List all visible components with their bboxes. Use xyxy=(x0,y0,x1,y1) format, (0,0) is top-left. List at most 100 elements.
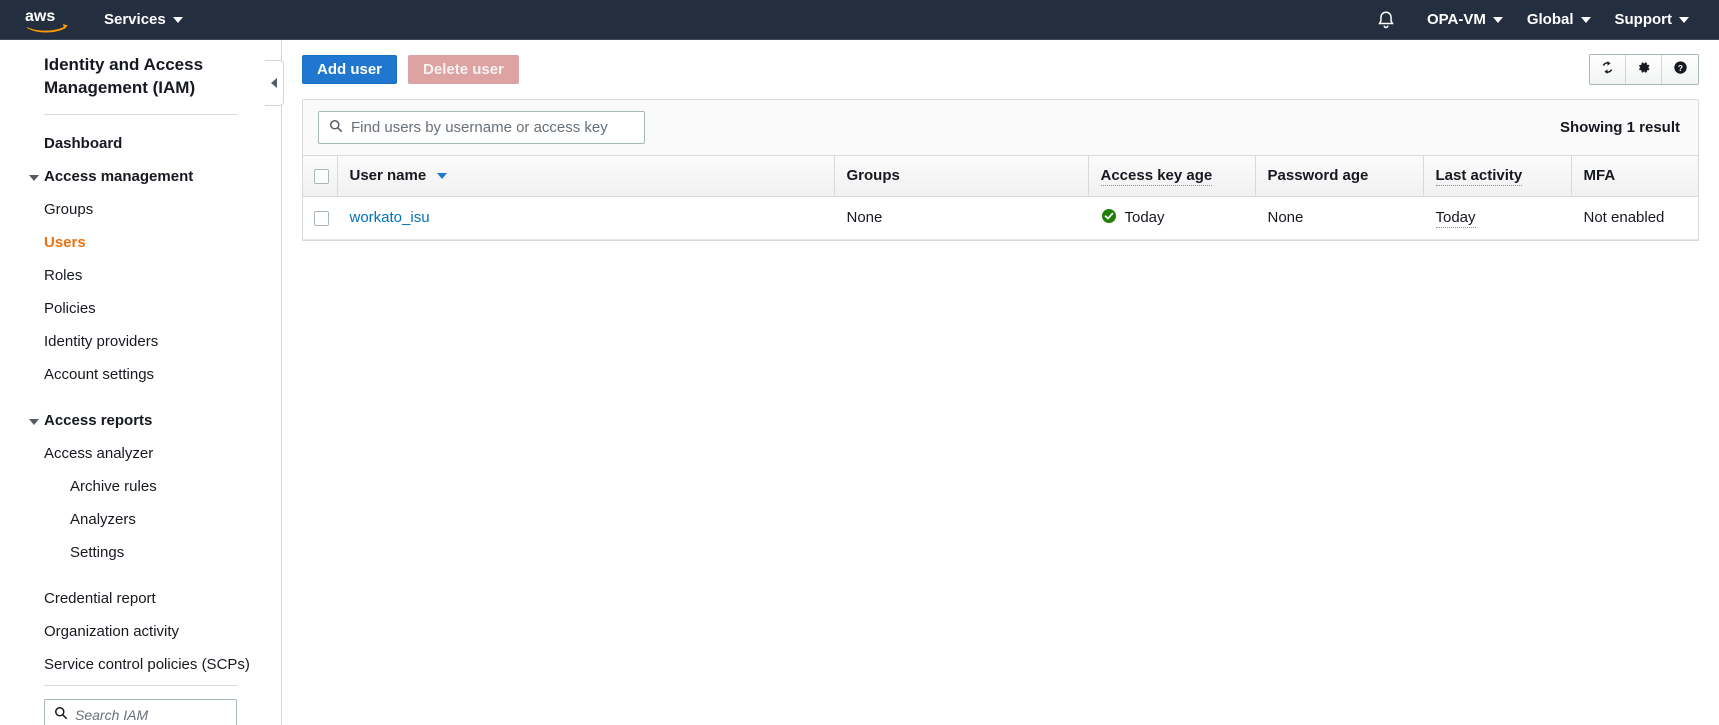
user-search-input[interactable] xyxy=(351,119,634,136)
users-toolbar: Add user Delete user xyxy=(283,40,1719,99)
column-last-activity-label: Last activity xyxy=(1436,167,1523,186)
sidebar-item-service-control-policies[interactable]: Service control policies (SCPs) xyxy=(0,648,281,681)
sidebar-item-groups[interactable]: Groups xyxy=(0,193,281,226)
column-password-age-label: Password age xyxy=(1268,167,1369,184)
chevron-down-icon xyxy=(1679,17,1689,23)
check-circle-icon xyxy=(1101,208,1125,228)
column-last-activity[interactable]: Last activity xyxy=(1423,156,1571,196)
nav-support-label: Support xyxy=(1615,0,1673,40)
sidebar-item-organization-activity-label: Organization activity xyxy=(44,623,179,640)
nav-account-menu[interactable]: OPA-VM xyxy=(1415,0,1515,40)
sidebar-group-access-management-label: Access management xyxy=(44,168,193,185)
table-header-row: User name Groups Access key age Password… xyxy=(303,156,1698,196)
aws-logo[interactable]: aws xyxy=(25,7,70,33)
sidebar-item-analyzers[interactable]: Analyzers xyxy=(0,503,281,536)
sidebar-item-account-settings[interactable]: Account settings xyxy=(0,358,281,391)
sidebar-item-analyzers-label: Analyzers xyxy=(70,511,136,528)
user-search-box[interactable] xyxy=(318,111,645,144)
top-navigation-bar: aws Services OPA-VM Global Support xyxy=(0,0,1719,40)
users-panel-header: Showing 1 result xyxy=(303,100,1698,156)
sidebar-item-policies[interactable]: Policies xyxy=(0,292,281,325)
svg-text:?: ? xyxy=(1677,63,1682,73)
sort-descending-icon xyxy=(437,173,447,179)
sidebar-item-access-analyzer[interactable]: Access analyzer xyxy=(0,437,281,470)
refresh-button[interactable] xyxy=(1590,55,1626,84)
user-name-link[interactable]: workato_isu xyxy=(350,209,430,226)
sidebar-item-account-settings-label: Account settings xyxy=(44,366,154,383)
sidebar-item-settings-label: Settings xyxy=(70,544,124,561)
column-access-key-age-label: Access key age xyxy=(1101,167,1213,186)
sidebar-item-settings[interactable]: Settings xyxy=(0,536,281,569)
bell-icon[interactable] xyxy=(1375,9,1397,31)
nav-account-label: OPA-VM xyxy=(1427,0,1486,40)
refresh-icon xyxy=(1600,60,1615,79)
toolbar-actions: ? xyxy=(1589,54,1699,85)
iam-search-input[interactable] xyxy=(75,707,227,723)
sidebar-item-groups-label: Groups xyxy=(44,201,93,218)
sidebar-item-policies-label: Policies xyxy=(44,300,96,317)
column-user-name[interactable]: User name xyxy=(337,156,834,196)
svg-text:aws: aws xyxy=(25,8,55,25)
sidebar: Identity and Access Management (IAM) Das… xyxy=(0,40,282,725)
help-button[interactable]: ? xyxy=(1662,55,1698,84)
sidebar-collapse-toggle[interactable] xyxy=(265,60,284,106)
chevron-down-icon xyxy=(29,419,39,425)
sidebar-item-service-control-policies-label: Service control policies (SCPs) xyxy=(44,656,250,673)
sidebar-item-archive-rules-label: Archive rules xyxy=(70,478,157,495)
column-mfa[interactable]: MFA xyxy=(1571,156,1698,196)
select-all-column xyxy=(303,156,337,196)
select-all-checkbox[interactable] xyxy=(314,169,329,184)
sidebar-item-dashboard[interactable]: Dashboard xyxy=(0,127,281,160)
sidebar-item-access-analyzer-label: Access analyzer xyxy=(44,445,153,462)
row-checkbox[interactable] xyxy=(314,211,329,226)
search-icon xyxy=(54,706,68,724)
sidebar-item-roles[interactable]: Roles xyxy=(0,259,281,292)
sidebar-group-access-management[interactable]: Access management xyxy=(0,160,281,193)
users-panel: Showing 1 result User name xyxy=(302,99,1699,241)
sidebar-item-organization-activity[interactable]: Organization activity xyxy=(0,615,281,648)
nav-region-menu[interactable]: Global xyxy=(1515,0,1603,40)
sidebar-spacer xyxy=(0,569,281,582)
cell-groups: None xyxy=(834,196,1088,239)
column-access-key-age[interactable]: Access key age xyxy=(1088,156,1255,196)
sidebar-item-identity-providers[interactable]: Identity providers xyxy=(0,325,281,358)
column-password-age[interactable]: Password age xyxy=(1255,156,1423,196)
sidebar-divider-top xyxy=(44,685,237,686)
nav-support-menu[interactable]: Support xyxy=(1603,0,1702,40)
access-key-age-value: Today xyxy=(1125,209,1165,226)
settings-button[interactable] xyxy=(1626,55,1662,84)
main-content: Add user Delete user xyxy=(283,40,1719,725)
chevron-down-icon xyxy=(173,17,183,23)
column-groups[interactable]: Groups xyxy=(834,156,1088,196)
delete-user-button[interactable]: Delete user xyxy=(408,55,519,84)
cell-user-name: workato_isu xyxy=(337,196,834,239)
cell-mfa: Not enabled xyxy=(1571,196,1698,239)
iam-search-box[interactable] xyxy=(44,699,237,725)
sidebar-item-identity-providers-label: Identity providers xyxy=(44,333,158,350)
cell-last-activity: Today xyxy=(1423,196,1571,239)
row-select-cell xyxy=(303,196,337,239)
sidebar-item-users[interactable]: Users xyxy=(0,226,281,259)
nav-services-menu[interactable]: Services xyxy=(92,0,195,40)
cell-password-age: None xyxy=(1255,196,1423,239)
sidebar-item-roles-label: Roles xyxy=(44,267,82,284)
sidebar-item-credential-report[interactable]: Credential report xyxy=(0,582,281,615)
add-user-button[interactable]: Add user xyxy=(302,55,397,84)
chevron-down-icon xyxy=(1581,17,1591,23)
nav-region-label: Global xyxy=(1527,0,1574,40)
chevron-down-icon xyxy=(29,175,39,181)
sidebar-group-access-reports[interactable]: Access reports xyxy=(0,404,281,437)
gear-icon xyxy=(1636,60,1651,79)
last-activity-value: Today xyxy=(1436,209,1476,228)
result-count-label: Showing 1 result xyxy=(1560,119,1680,136)
sidebar-group-access-reports-label: Access reports xyxy=(44,412,152,429)
sidebar-search-section xyxy=(0,685,281,725)
help-icon: ? xyxy=(1673,60,1688,79)
top-navigation-right: OPA-VM Global Support xyxy=(1375,0,1719,40)
cell-access-key-age: Today xyxy=(1088,196,1255,239)
sidebar-item-archive-rules[interactable]: Archive rules xyxy=(0,470,281,503)
sidebar-item-users-label: Users xyxy=(44,234,86,251)
table-row[interactable]: workato_isu None Today xyxy=(303,196,1698,239)
sidebar-item-dashboard-label: Dashboard xyxy=(44,135,122,152)
column-user-name-label: User name xyxy=(350,167,427,184)
